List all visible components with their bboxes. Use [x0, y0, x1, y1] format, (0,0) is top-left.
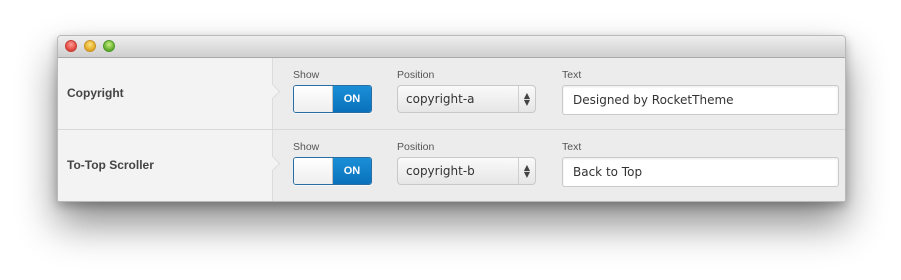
- toggle-on-segment[interactable]: ON: [333, 158, 371, 184]
- text-label: Text: [562, 141, 582, 153]
- row-label: To-Top Scroller: [67, 158, 154, 172]
- text-input[interactable]: [562, 157, 839, 187]
- row-pointer: [264, 83, 281, 100]
- position-label: Position: [397, 141, 435, 153]
- select-arrows-icon: ▲ ▼: [518, 86, 535, 112]
- settings-row-copyright: Copyright Show ON Position copyright-a ▲…: [58, 58, 845, 130]
- position-select[interactable]: copyright-b ▲ ▼: [397, 157, 536, 185]
- show-toggle[interactable]: ON: [293, 85, 372, 113]
- minimize-button[interactable]: [84, 40, 96, 52]
- row-label-panel: To-Top Scroller: [58, 130, 281, 201]
- position-select-value: copyright-a: [406, 92, 475, 106]
- position-label: Position: [397, 69, 435, 81]
- toggle-off-segment[interactable]: [294, 158, 333, 184]
- position-select-value: copyright-b: [406, 164, 475, 178]
- text-input[interactable]: [562, 85, 839, 115]
- zoom-button[interactable]: [103, 40, 115, 52]
- text-label: Text: [562, 69, 582, 81]
- select-arrows-icon: ▲ ▼: [518, 158, 535, 184]
- settings-row-to-top-scroller: To-Top Scroller Show ON Position copyrig…: [58, 130, 845, 201]
- title-bar[interactable]: [58, 36, 845, 58]
- show-label: Show: [293, 141, 320, 153]
- row-label: Copyright: [67, 86, 124, 100]
- show-label: Show: [293, 69, 320, 81]
- close-button[interactable]: [65, 40, 77, 52]
- settings-window: Copyright Show ON Position copyright-a ▲…: [57, 35, 846, 202]
- show-toggle[interactable]: ON: [293, 157, 372, 185]
- position-select[interactable]: copyright-a ▲ ▼: [397, 85, 536, 113]
- toggle-on-segment[interactable]: ON: [333, 86, 371, 112]
- toggle-off-segment[interactable]: [294, 86, 333, 112]
- row-label-panel: Copyright: [58, 58, 281, 129]
- row-pointer: [264, 155, 281, 172]
